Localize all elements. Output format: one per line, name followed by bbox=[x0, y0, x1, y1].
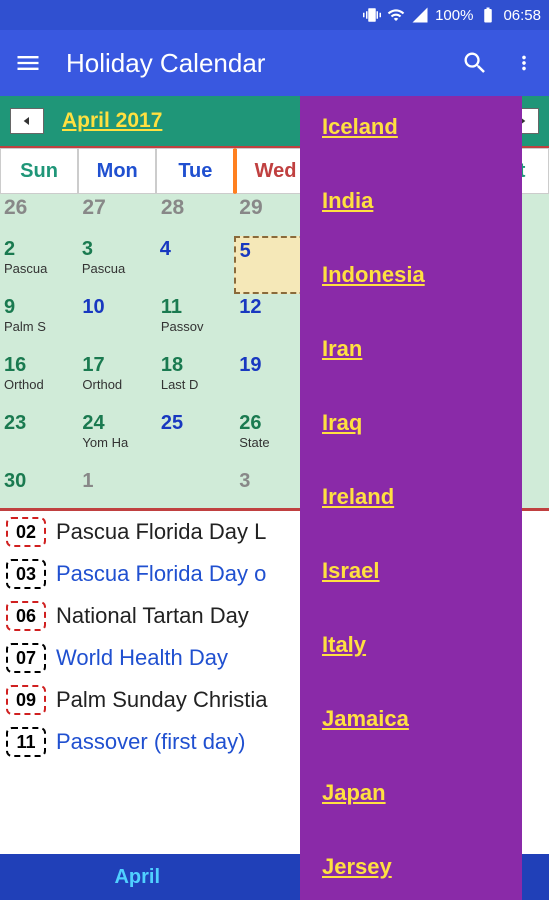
battery-pct: 100% bbox=[435, 7, 473, 24]
prev-month-button[interactable] bbox=[10, 108, 44, 134]
battery-icon bbox=[479, 6, 497, 24]
country-option[interactable]: Iran bbox=[322, 336, 500, 362]
weekday-mon: Mon bbox=[78, 148, 156, 194]
day-cell[interactable]: 23 bbox=[0, 410, 78, 468]
day-cell[interactable]: 3Pascua bbox=[78, 236, 156, 294]
weekday-sun: Sun bbox=[0, 148, 78, 194]
status-bar: 100% 06:58 bbox=[0, 0, 549, 30]
day-cell[interactable]: 28 bbox=[157, 194, 235, 236]
day-cell[interactable]: 17Orthod bbox=[78, 352, 156, 410]
app-title: Holiday Calendar bbox=[66, 48, 437, 79]
event-date-badge: 11 bbox=[6, 727, 46, 757]
day-cell[interactable]: 26 bbox=[0, 194, 78, 236]
country-option[interactable]: Japan bbox=[322, 780, 500, 806]
menu-icon[interactable] bbox=[14, 49, 42, 77]
country-option[interactable]: Ireland bbox=[322, 484, 500, 510]
event-title: World Health Day bbox=[56, 645, 228, 671]
event-date-badge: 03 bbox=[6, 559, 46, 589]
country-option[interactable]: Iraq bbox=[322, 410, 500, 436]
day-cell[interactable]: 18Last D bbox=[157, 352, 235, 410]
country-option[interactable]: Indonesia bbox=[322, 262, 500, 288]
day-cell[interactable] bbox=[157, 468, 235, 508]
day-cell[interactable]: 24Yom Ha bbox=[78, 410, 156, 468]
clock: 06:58 bbox=[503, 7, 541, 24]
wifi-icon bbox=[387, 6, 405, 24]
tab-month[interactable]: April bbox=[0, 866, 275, 889]
search-icon[interactable] bbox=[461, 49, 489, 77]
more-icon[interactable] bbox=[513, 49, 535, 77]
country-option[interactable]: Iceland bbox=[322, 114, 500, 140]
country-option[interactable]: Israel bbox=[322, 558, 500, 584]
event-title: Palm Sunday Christia bbox=[56, 687, 268, 713]
vibrate-icon bbox=[363, 6, 381, 24]
day-cell[interactable]: 10 bbox=[78, 294, 156, 352]
country-option[interactable]: Jamaica bbox=[322, 706, 500, 732]
event-title: Passover (first day) bbox=[56, 729, 246, 755]
day-cell[interactable]: 11Passov bbox=[157, 294, 235, 352]
event-title: Pascua Florida Day o bbox=[56, 561, 266, 587]
day-cell[interactable]: 9Palm S bbox=[0, 294, 78, 352]
country-option[interactable]: Jersey bbox=[322, 854, 500, 880]
day-cell[interactable]: 25 bbox=[157, 410, 235, 468]
day-cell[interactable]: 2Pascua bbox=[0, 236, 78, 294]
weekday-tue: Tue bbox=[156, 148, 235, 194]
day-cell[interactable]: 4 bbox=[156, 236, 234, 294]
day-cell[interactable]: 27 bbox=[78, 194, 156, 236]
country-option[interactable]: India bbox=[322, 188, 500, 214]
event-date-badge: 06 bbox=[6, 601, 46, 631]
day-cell[interactable]: 1 bbox=[78, 468, 156, 508]
country-option[interactable]: Italy bbox=[322, 632, 500, 658]
app-bar: Holiday Calendar bbox=[0, 30, 549, 96]
event-date-badge: 09 bbox=[6, 685, 46, 715]
event-date-badge: 07 bbox=[6, 643, 46, 673]
day-cell[interactable]: 16Orthod bbox=[0, 352, 78, 410]
event-title: Pascua Florida Day L bbox=[56, 519, 266, 545]
event-date-badge: 02 bbox=[6, 517, 46, 547]
country-dropdown[interactable]: Iceland India Indonesia Iran Iraq Ireland Isra… bbox=[300, 96, 522, 900]
day-cell[interactable]: 30 bbox=[0, 468, 78, 508]
signal-icon bbox=[411, 6, 429, 24]
event-title: National Tartan Day bbox=[56, 603, 249, 629]
